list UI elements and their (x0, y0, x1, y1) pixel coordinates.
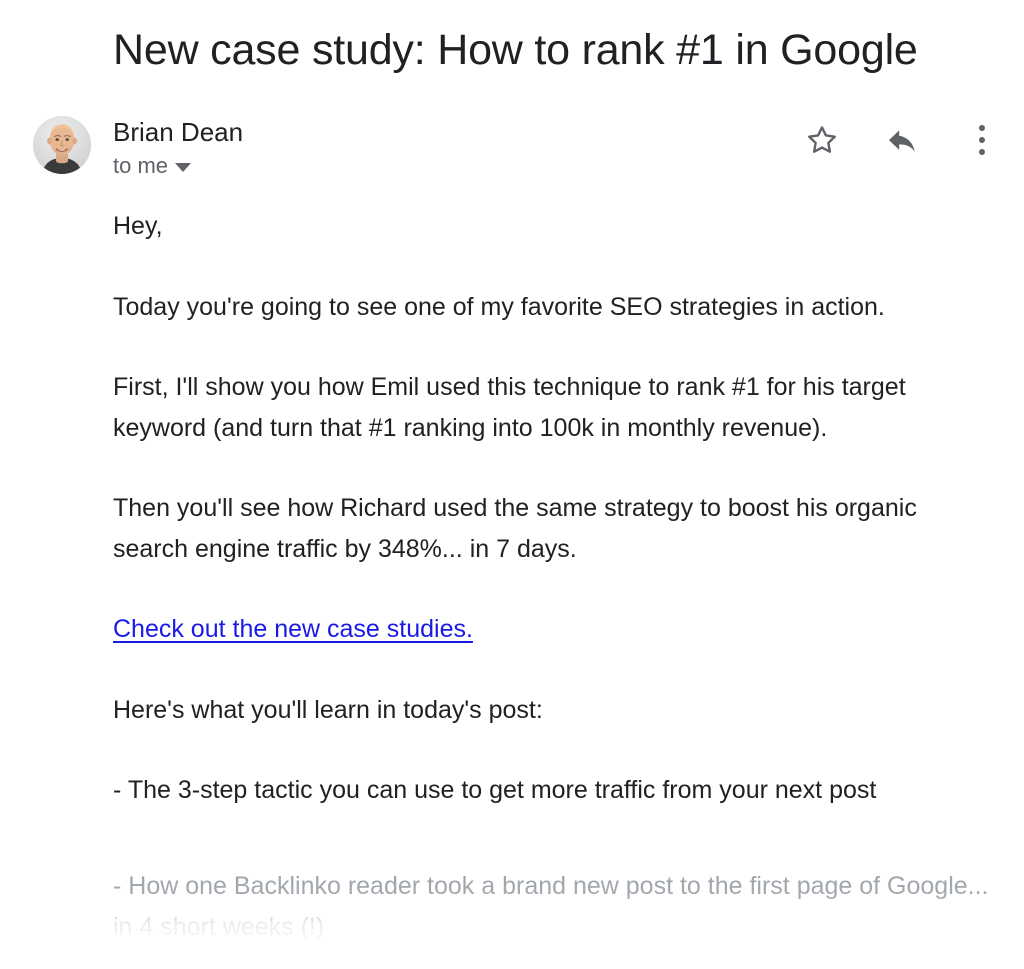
body-greeting: Hey, (113, 212, 163, 240)
sender-meta: Brian Dean to me (113, 116, 243, 179)
email-body: Hey, Today you're going to see one of my… (113, 206, 1013, 811)
recipient-label: to me (113, 153, 169, 178)
reply-button[interactable] (880, 118, 924, 162)
chevron-down-icon (175, 163, 192, 172)
more-options-button[interactable] (960, 118, 1004, 162)
body-paragraph-first: First, I'll show you how Emil used this … (113, 373, 906, 442)
message-actions (800, 118, 1004, 162)
body-bullet-two: - How one Backlinko reader took a brand … (113, 872, 989, 941)
more-vertical-icon (979, 125, 985, 155)
recipient-details-toggle[interactable]: to me (113, 153, 192, 179)
body-paragraph-learn: Here's what you'll learn in today's post… (113, 695, 543, 724)
avatar[interactable] (33, 116, 91, 174)
avatar-photo (33, 116, 91, 174)
email-subject: New case study: How to rank #1 in Google (113, 25, 918, 74)
sender-header: Brian Dean to me (0, 104, 1024, 194)
body-paragraph-then: Then you'll see how Richard used the sam… (113, 494, 917, 563)
body-bullet-one: - The 3-step tactic you can use to get m… (113, 776, 877, 804)
body-paragraph-intro: Today you're going to see one of my favo… (113, 292, 885, 321)
reply-arrow-icon (888, 130, 915, 152)
case-studies-link[interactable]: Check out the new case studies. (113, 615, 473, 643)
subject-row: New case study: How to rank #1 in Google (0, 0, 1024, 100)
sender-name[interactable]: Brian Dean (113, 116, 243, 148)
body-clipped-region: - How one Backlinko reader took a brand … (113, 866, 1013, 947)
star-button[interactable] (800, 118, 844, 162)
star-outline-icon (808, 126, 836, 153)
body-link-paragraph: Check out the new case studies. (113, 609, 993, 650)
email-message-view: New case study: How to rank #1 in Google (0, 0, 1024, 969)
